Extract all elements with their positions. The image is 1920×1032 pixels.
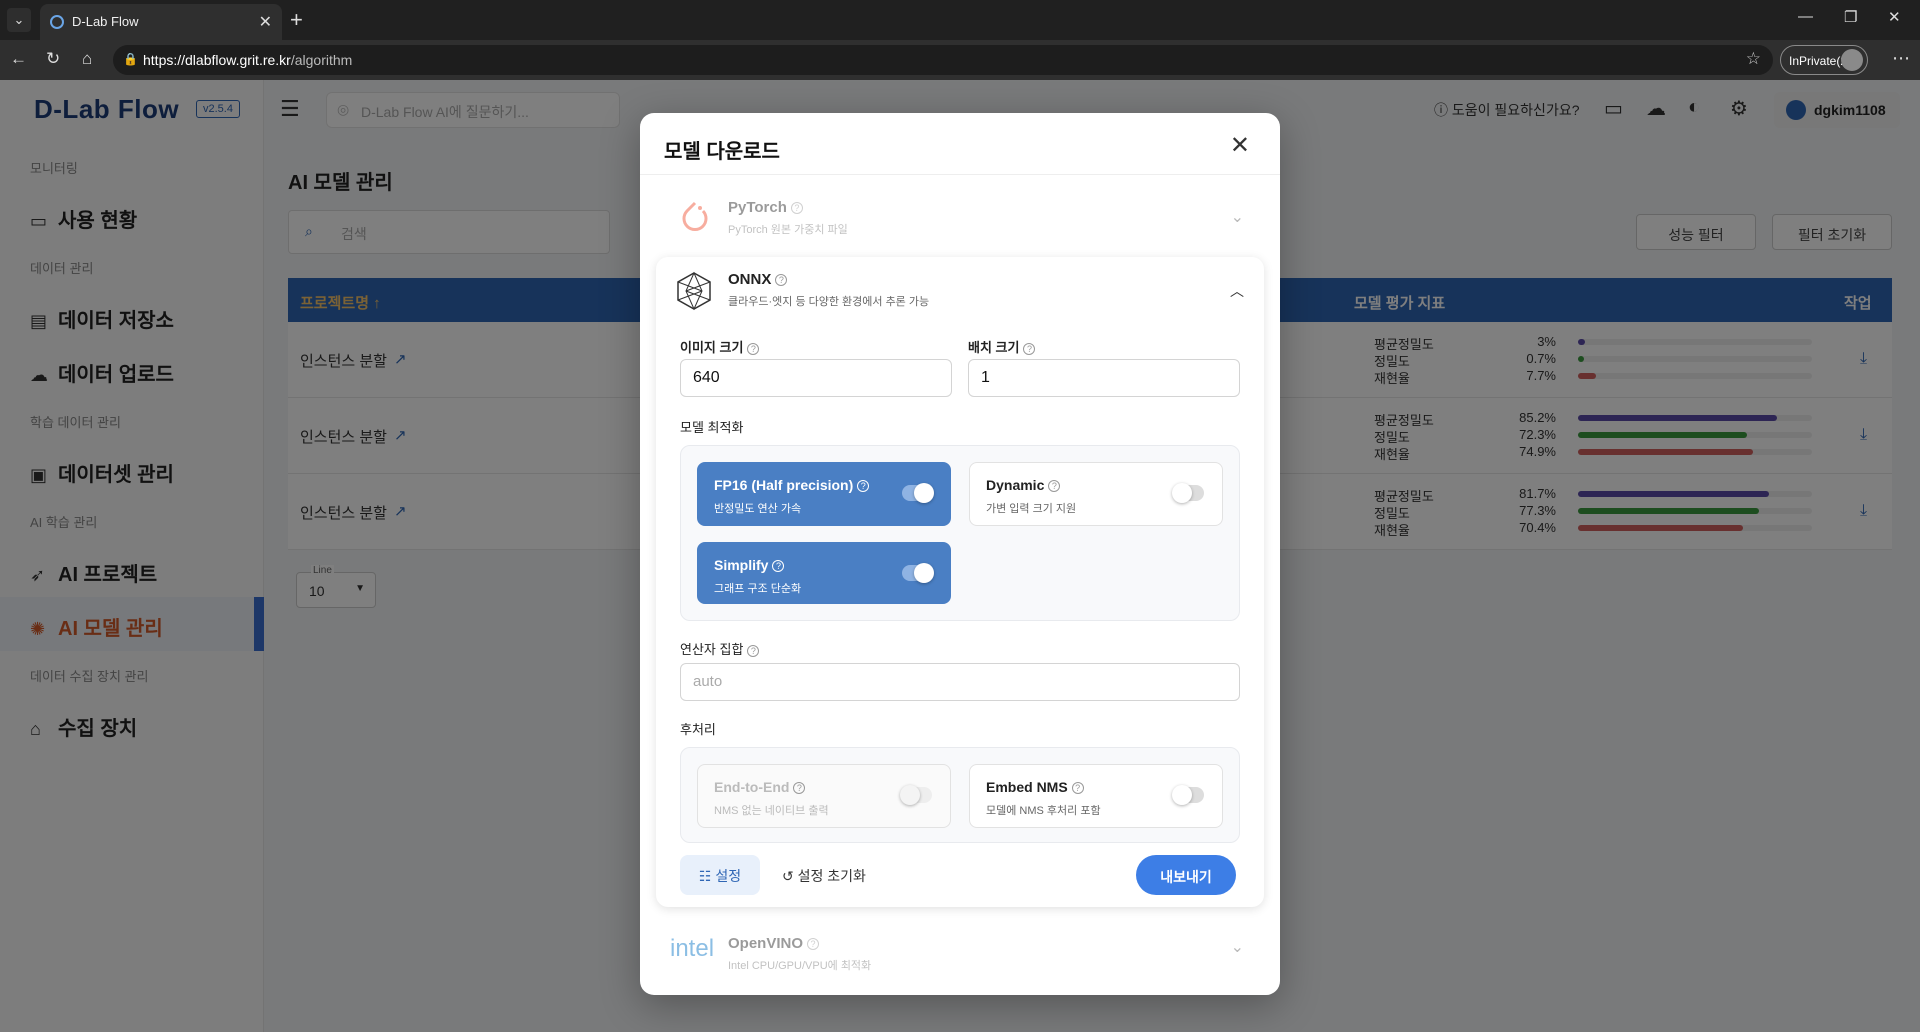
chevron-down-icon[interactable]: ⌄: [1231, 937, 1244, 957]
optimize-panel: FP16 (Half precision)? 반정밀도 연산 가속 Dynami…: [680, 445, 1240, 621]
url-field[interactable]: 🔒 https://dlabflow.grit.re.kr/algorithm …: [113, 45, 1773, 75]
modal-title: 모델 다운로드: [664, 141, 780, 163]
history-icon: ↺: [782, 868, 794, 884]
opset-input[interactable]: auto: [680, 663, 1240, 701]
new-tab-icon[interactable]: +: [290, 7, 303, 33]
modal-header: 모델 다운로드 ✕: [640, 113, 1280, 175]
browser-chrome: ⌄ D-Lab Flow ✕ + — ❐ ✕ ← ↻ ⌂ 🔒 https://d…: [0, 0, 1920, 80]
onnx-logo-icon: [677, 271, 711, 311]
pytorch-name: PyTorch?: [728, 199, 803, 216]
profile-avatar: [1841, 49, 1863, 71]
inprivate-badge[interactable]: InPrivate(2): [1780, 45, 1868, 75]
onnx-card: ONNX? 클라우드·엣지 등 다양한 환경에서 추론 가능 ︿ 이미지 크기?…: [656, 257, 1264, 907]
minimize-icon[interactable]: —: [1798, 8, 1813, 25]
tab-title: D-Lab Flow: [72, 14, 139, 29]
favorite-star-icon[interactable]: ☆: [1746, 49, 1761, 69]
pytorch-logo-icon: [682, 201, 708, 231]
batch-size-label: 배치 크기?: [968, 337, 1036, 356]
postprocess-panel: End-to-End? NMS 없는 네이티브 출력 Embed NMS? 모델…: [680, 747, 1240, 843]
fp16-toggle[interactable]: [902, 483, 934, 503]
pytorch-desc: PyTorch 원본 가중치 파일: [728, 224, 848, 236]
tab-close-icon[interactable]: ✕: [259, 12, 272, 32]
simplify-toggle[interactable]: [902, 563, 934, 583]
lock-icon: 🔒: [123, 52, 138, 66]
settings-button[interactable]: ☷ 설정: [680, 855, 760, 895]
export-button[interactable]: 내보내기: [1136, 855, 1236, 895]
optimize-label: 모델 최적화: [680, 420, 744, 435]
modal-close-icon[interactable]: ✕: [1230, 131, 1250, 160]
browser-tab[interactable]: D-Lab Flow ✕: [40, 4, 282, 40]
format-openvino[interactable]: intel OpenVINO? Intel CPU/GPU/VPU에 최적화 ⌄: [656, 923, 1264, 983]
settings-reset-button[interactable]: ↺ 설정 초기화: [782, 866, 866, 886]
dynamic-toggle[interactable]: [1172, 483, 1204, 503]
chevron-up-icon[interactable]: ︿: [1230, 281, 1244, 301]
fp16-option[interactable]: FP16 (Half precision)? 반정밀도 연산 가속: [697, 462, 951, 526]
image-size-input[interactable]: 640: [680, 359, 952, 397]
postprocess-label: 후처리: [680, 722, 716, 737]
restore-icon[interactable]: ❐: [1844, 8, 1857, 26]
refresh-icon[interactable]: ↻: [46, 49, 60, 69]
nms-option[interactable]: Embed NMS? 모델에 NMS 후처리 포함: [969, 764, 1223, 828]
openvino-name: OpenVINO?: [728, 935, 820, 952]
image-size-label: 이미지 크기?: [680, 337, 760, 356]
opset-label: 연산자 집합?: [680, 639, 760, 658]
intel-logo-icon: intel: [670, 935, 715, 962]
openvino-desc: Intel CPU/GPU/VPU에 최적화: [728, 960, 872, 972]
download-modal: 모델 다운로드 ✕ PyTorch? PyTorch 원본 가중치 파일 ⌄ O…: [640, 113, 1280, 995]
onnx-name: ONNX?: [728, 271, 1336, 288]
url-text: https://dlabflow.grit.re.kr/algorithm: [143, 52, 353, 68]
onnx-desc: 클라우드·엣지 등 다양한 환경에서 추론 가능: [728, 296, 930, 308]
tab-bar: ⌄ D-Lab Flow ✕ + — ❐ ✕: [0, 0, 1920, 40]
more-menu-icon[interactable]: ⋯: [1892, 48, 1910, 69]
format-pytorch[interactable]: PyTorch? PyTorch 원본 가중치 파일 ⌄: [656, 185, 1264, 255]
window-close-icon[interactable]: ✕: [1888, 8, 1901, 26]
back-icon[interactable]: ←: [10, 49, 27, 69]
simplify-option[interactable]: Simplify? 그래프 구조 단순화: [697, 542, 951, 604]
tab-actions-menu[interactable]: ⌄: [7, 8, 31, 32]
tab-favicon-icon: [50, 15, 64, 29]
chevron-down-icon[interactable]: ⌄: [1231, 207, 1244, 227]
sliders-icon: ☷: [698, 868, 712, 884]
address-bar-row: ← ↻ ⌂ 🔒 https://dlabflow.grit.re.kr/algo…: [0, 40, 1920, 80]
e2e-toggle[interactable]: [900, 785, 932, 805]
nms-toggle[interactable]: [1172, 785, 1204, 805]
batch-size-input[interactable]: 1: [968, 359, 1240, 397]
e2e-option[interactable]: End-to-End? NMS 없는 네이티브 출력: [697, 764, 951, 828]
dynamic-option[interactable]: Dynamic? 가변 입력 크기 지원: [969, 462, 1223, 526]
home-icon[interactable]: ⌂: [82, 49, 92, 69]
